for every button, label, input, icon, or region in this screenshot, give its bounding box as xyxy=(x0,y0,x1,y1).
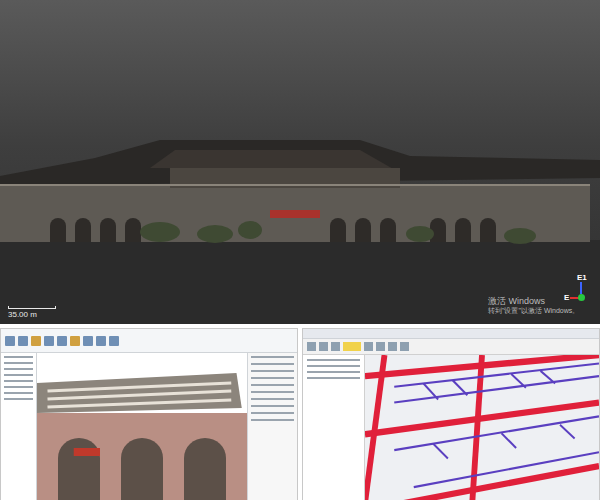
toolbar[interactable] xyxy=(303,339,599,355)
project-browser[interactable] xyxy=(1,353,37,500)
watermark-title: 激活 Windows xyxy=(488,296,579,307)
revit-window[interactable] xyxy=(0,328,298,500)
building-point-cloud-icon xyxy=(0,0,600,324)
compass-left-label: E xyxy=(564,292,569,304)
watermark-hint: 转到"设置"以激活 Windows。 xyxy=(488,307,579,316)
steel-truss-icon xyxy=(365,355,599,500)
axis-arrow-icon xyxy=(580,282,582,294)
ribbon[interactable] xyxy=(1,329,297,353)
scale-label: 35.00 m xyxy=(8,310,37,319)
model-tree[interactable] xyxy=(303,355,365,500)
pavilion-model-icon xyxy=(37,353,247,500)
compass[interactable]: E1 E xyxy=(564,272,594,308)
model-viewport[interactable] xyxy=(37,353,247,500)
tekla-window[interactable] xyxy=(302,328,600,500)
activation-watermark: 激活 Windows 转到"设置"以激活 Windows。 xyxy=(488,296,579,316)
axis-dot-icon xyxy=(578,294,585,301)
point-cloud-view[interactable]: 35.00 m E1 E 激活 Windows 转到"设置"以激活 Window… xyxy=(0,0,600,324)
truss-viewport[interactable] xyxy=(365,355,599,500)
scale-bar: 35.00 m xyxy=(8,306,56,320)
properties-panel[interactable] xyxy=(247,353,297,500)
